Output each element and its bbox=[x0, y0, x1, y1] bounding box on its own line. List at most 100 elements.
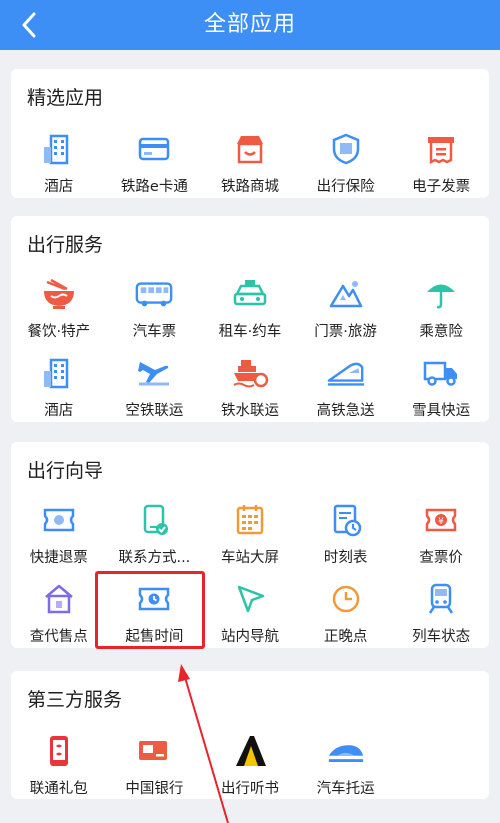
mountain-icon bbox=[326, 274, 366, 314]
section-third-party: 第三方服务 联通礼包 中国银行 出行听书 汽车托运 bbox=[11, 671, 489, 799]
agency-house-icon bbox=[39, 579, 79, 619]
app-label: 门票·旅游 bbox=[314, 324, 377, 340]
app-label: 站内导航 bbox=[220, 629, 279, 645]
section-title: 精选应用 bbox=[27, 87, 104, 109]
app-label: 正晚点 bbox=[323, 629, 368, 645]
app-label: 雪具快运 bbox=[412, 403, 471, 419]
hotel-icon bbox=[39, 353, 79, 393]
highspeed-train-icon bbox=[326, 353, 366, 393]
highlight-box bbox=[95, 571, 205, 649]
app-ski-freight[interactable]: 雪具快运 bbox=[393, 353, 489, 420]
refund-ticket-icon bbox=[39, 500, 79, 540]
app-highspeed-express[interactable]: 高铁急送 bbox=[298, 353, 394, 420]
app-train-status[interactable]: 列车状态 bbox=[393, 579, 489, 646]
page-title: 全部应用 bbox=[203, 12, 296, 37]
section-travel-services: 出行服务 餐饮·特产 汽车票 租车·约车 门票·旅游 乘意险 酒店 空铁联运 铁… bbox=[11, 216, 489, 422]
app-label: 电子发票 bbox=[412, 179, 471, 195]
app-railway-ecard[interactable]: 铁路e卡通 bbox=[107, 129, 203, 196]
app-label: 时刻表 bbox=[323, 550, 368, 566]
hotel-icon bbox=[39, 129, 79, 169]
navigation-arrow-icon bbox=[230, 579, 270, 619]
app-on-time-delay[interactable]: 正晚点 bbox=[298, 579, 394, 646]
app-label: 中国银行 bbox=[125, 781, 184, 797]
card-icon bbox=[134, 129, 174, 169]
app-hotel[interactable]: 酒店 bbox=[11, 129, 107, 196]
svg-text:¥: ¥ bbox=[438, 517, 444, 527]
noodle-bowl-icon bbox=[39, 274, 79, 314]
app-timetable[interactable]: 时刻表 bbox=[298, 500, 394, 567]
bank-card-icon bbox=[134, 731, 174, 771]
umbrella-icon bbox=[421, 274, 461, 314]
section-travel-guide: 出行向导 快捷退票 联系方式... 车站大屏 时刻表 ¥ 查票价 查代售点 起售… bbox=[11, 442, 489, 648]
app-label: 铁路商城 bbox=[220, 179, 279, 195]
clock-icon bbox=[326, 579, 366, 619]
phone-contact-icon bbox=[134, 500, 174, 540]
app-label: 查代售点 bbox=[29, 629, 88, 645]
audiobook-icon bbox=[230, 731, 270, 771]
app-ticket-agencies[interactable]: 查代售点 bbox=[11, 579, 107, 646]
insurance-shield-icon bbox=[326, 129, 366, 169]
app-label: 乘意险 bbox=[419, 324, 463, 340]
app-label: 汽车票 bbox=[132, 324, 177, 340]
station-screen-icon bbox=[230, 500, 270, 540]
grid-row: 酒店 铁路e卡通 铁路商城 出行保险 电子发票 bbox=[11, 129, 489, 196]
app-car-rental[interactable]: 租车·约车 bbox=[202, 274, 298, 341]
taxi-icon bbox=[230, 274, 270, 314]
app-food-specialty[interactable]: 餐饮·特产 bbox=[11, 274, 107, 341]
invoice-icon bbox=[421, 129, 461, 169]
bus-icon bbox=[134, 274, 174, 314]
app-e-invoice[interactable]: 电子发票 bbox=[393, 129, 489, 196]
app-label: 出行保险 bbox=[316, 179, 375, 195]
app-label: 餐饮·特产 bbox=[27, 324, 91, 340]
app-label: 酒店 bbox=[44, 403, 74, 419]
app-station-navigation[interactable]: 站内导航 bbox=[202, 579, 298, 646]
unicom-gift-icon bbox=[39, 731, 79, 771]
ticket-price-icon: ¥ bbox=[421, 500, 461, 540]
section-title: 出行向导 bbox=[27, 460, 104, 482]
app-air-rail[interactable]: 空铁联运 bbox=[107, 353, 203, 420]
app-travel-accident-insurance[interactable]: 乘意险 bbox=[393, 274, 489, 341]
app-quick-refund[interactable]: 快捷退票 bbox=[11, 500, 107, 567]
app-label: 查票价 bbox=[419, 550, 463, 566]
app-label: 高铁急送 bbox=[316, 403, 375, 419]
plane-train-icon bbox=[134, 353, 174, 393]
app-label: 列车状态 bbox=[412, 629, 471, 645]
app-railway-mall[interactable]: 铁路商城 bbox=[202, 129, 298, 196]
app-label: 汽车托运 bbox=[316, 781, 375, 797]
train-status-icon bbox=[421, 579, 461, 619]
app-rail-water[interactable]: 铁水联运 bbox=[202, 353, 298, 420]
section-featured-apps: 精选应用 酒店 铁路e卡通 铁路商城 出行保险 电子发票 bbox=[11, 69, 489, 198]
app-travel-insurance[interactable]: 出行保险 bbox=[298, 129, 394, 196]
app-tickets-tourism[interactable]: 门票·旅游 bbox=[298, 274, 394, 341]
app-label: 空铁联运 bbox=[125, 403, 184, 419]
truck-icon bbox=[421, 353, 461, 393]
app-label: 联通礼包 bbox=[29, 781, 88, 797]
grid-row: 联通礼包 中国银行 出行听书 汽车托运 bbox=[11, 731, 489, 798]
app-travel-audiobook[interactable]: 出行听书 bbox=[202, 731, 298, 798]
grid-row: 酒店 空铁联运 铁水联运 高铁急送 雪具快运 bbox=[11, 353, 489, 420]
car-shipping-icon bbox=[326, 731, 366, 771]
shop-icon bbox=[230, 129, 270, 169]
section-title: 第三方服务 bbox=[27, 689, 123, 711]
app-label: 车站大屏 bbox=[220, 550, 279, 566]
top-bar: 全部应用 bbox=[0, 0, 500, 50]
app-label: 酒店 bbox=[44, 179, 74, 195]
app-label: 联系方式... bbox=[118, 550, 191, 566]
section-title: 出行服务 bbox=[27, 234, 104, 256]
app-ticket-price[interactable]: ¥ 查票价 bbox=[393, 500, 489, 567]
app-label: 租车·约车 bbox=[218, 324, 282, 340]
app-bus-ticket[interactable]: 汽车票 bbox=[107, 274, 203, 341]
ship-train-icon bbox=[230, 353, 270, 393]
app-label: 出行听书 bbox=[220, 781, 279, 797]
timetable-icon bbox=[326, 500, 366, 540]
app-station-screen[interactable]: 车站大屏 bbox=[202, 500, 298, 567]
app-bank-of-china[interactable]: 中国银行 bbox=[107, 731, 203, 798]
app-car-shipping[interactable]: 汽车托运 bbox=[298, 731, 394, 798]
app-label: 铁水联运 bbox=[220, 403, 279, 419]
grid-row: 餐饮·特产 汽车票 租车·约车 门票·旅游 乘意险 bbox=[11, 274, 489, 341]
app-unicom-gift[interactable]: 联通礼包 bbox=[11, 731, 107, 798]
grid-row: 快捷退票 联系方式... 车站大屏 时刻表 ¥ 查票价 bbox=[11, 500, 489, 567]
app-label: 快捷退票 bbox=[29, 550, 88, 566]
app-hotel[interactable]: 酒店 bbox=[11, 353, 107, 420]
app-contact-info[interactable]: 联系方式... bbox=[107, 500, 203, 567]
